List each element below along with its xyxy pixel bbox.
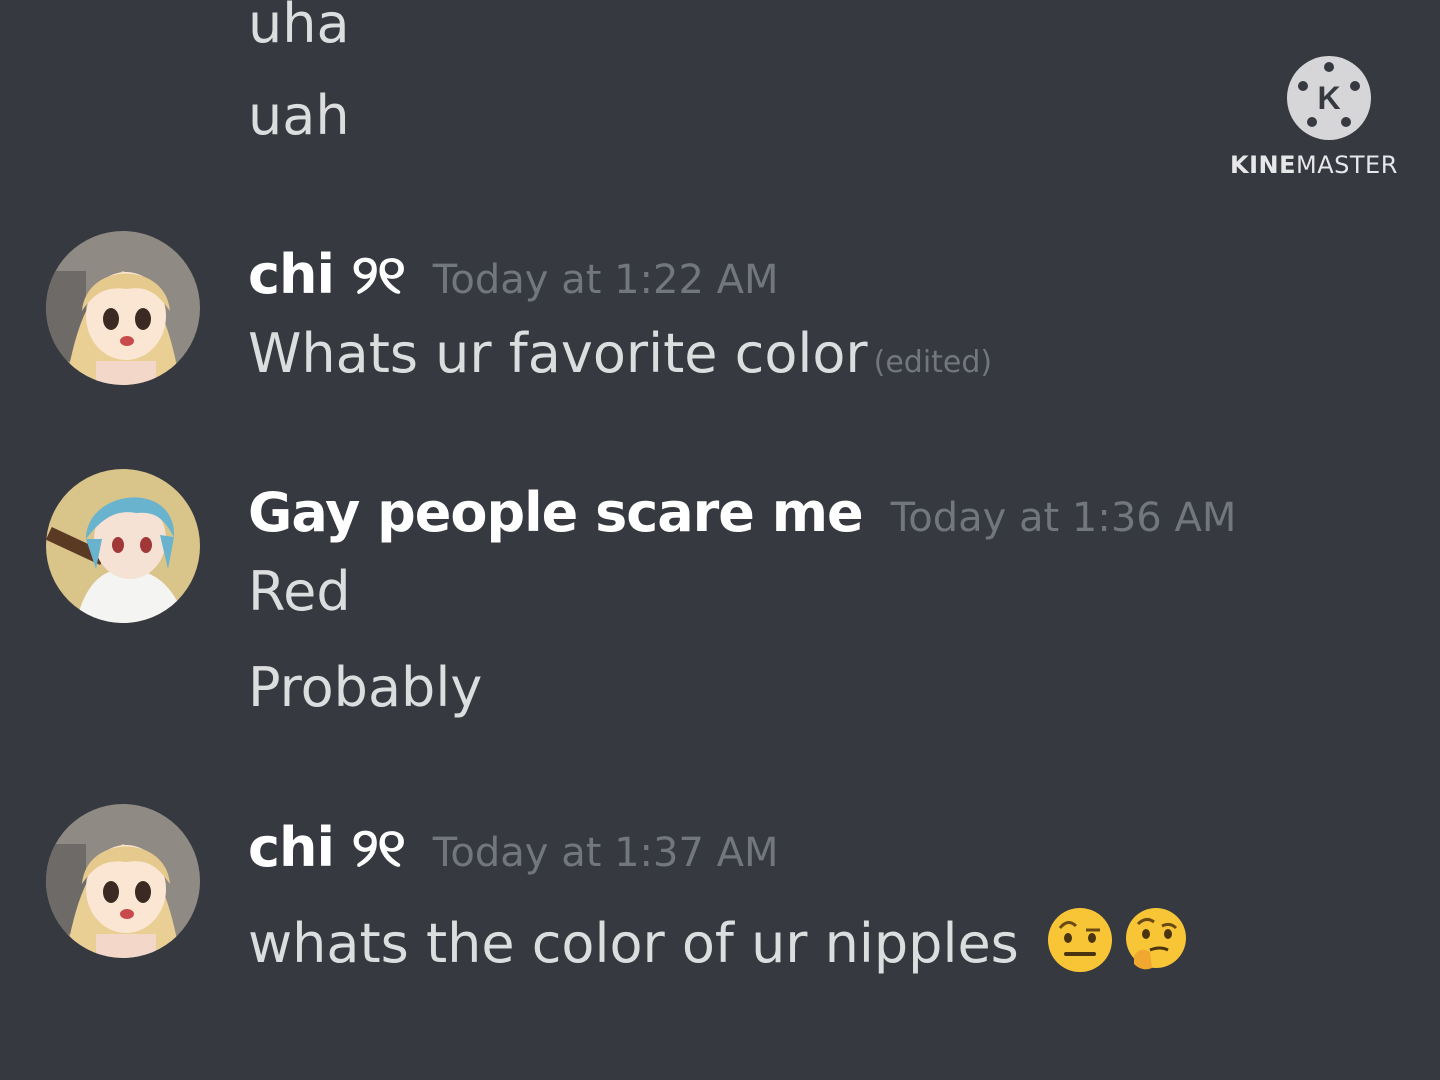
message-line: Red	[248, 560, 351, 623]
timestamp: Today at 1:37 AM	[432, 830, 779, 876]
author-name[interactable]: chi ୨୧	[248, 816, 406, 879]
edited-label: (edited)	[873, 345, 993, 380]
anime-girl-blue-hair-avatar-icon	[46, 469, 200, 623]
message-header: chi ୨୧ Today at 1:22 AM	[248, 243, 779, 320]
user-avatar[interactable]	[46, 804, 200, 958]
timestamp: Today at 1:22 AM	[432, 257, 779, 303]
message-line: uha	[248, 0, 350, 55]
author-name[interactable]: Gay people scare me	[248, 481, 864, 544]
message-line: Whats ur favorite color (edited)	[248, 322, 992, 395]
user-avatar[interactable]	[46, 231, 200, 385]
user-avatar[interactable]	[46, 469, 200, 623]
anime-girl-blonde-avatar-icon	[46, 804, 200, 958]
kinemaster-logo-icon: K	[1286, 56, 1371, 140]
timestamp: Today at 1:36 AM	[890, 495, 1237, 541]
kinemaster-watermark: K KINEMASTER	[1230, 55, 1398, 179]
kinemaster-logo-letter: K	[1317, 80, 1340, 116]
message-line: uah	[248, 84, 350, 147]
message-header: chi ୨୧ Today at 1:37 AM	[248, 816, 779, 893]
chat-message-list: uha uah chi ୨୧ Today at 1:22 AM Whats ur …	[0, 0, 1440, 1080]
anime-girl-blonde-avatar-icon	[46, 231, 200, 385]
message-text: whats the color of ur nipples	[248, 912, 1019, 975]
author-name[interactable]: chi ୨୧	[248, 243, 406, 306]
face-with-raised-eyebrow-icon	[1048, 908, 1112, 972]
message-line: whats the color of ur nipples	[248, 906, 1190, 976]
message-header: Gay people scare me Today at 1:36 AM	[248, 481, 1236, 558]
thinking-face-icon	[1126, 908, 1186, 970]
message-text: Whats ur favorite color	[248, 322, 868, 385]
message-line: Probably	[248, 656, 483, 719]
kinemaster-label: KINEMASTER	[1230, 151, 1398, 179]
